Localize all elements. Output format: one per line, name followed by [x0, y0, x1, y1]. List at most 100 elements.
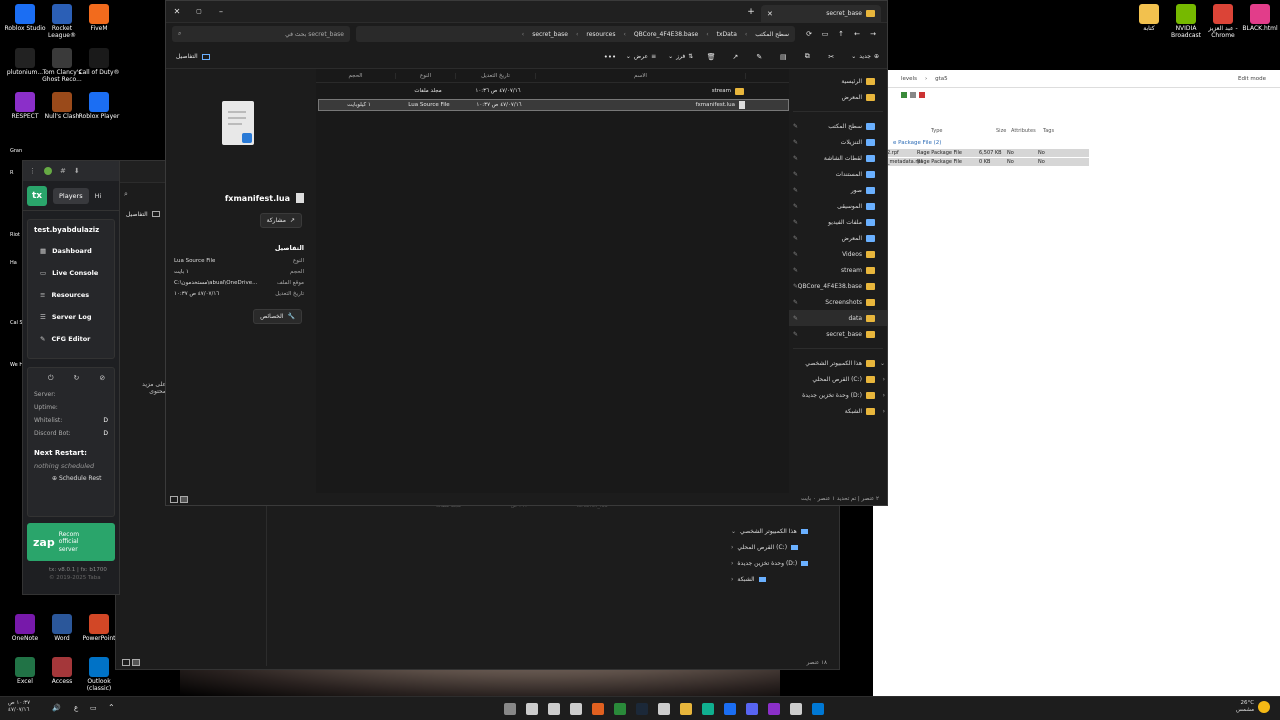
col-type[interactable]: Type — [931, 128, 996, 134]
breadcrumb-item[interactable]: txData — [717, 31, 737, 38]
refresh-icon[interactable]: ⟳ — [801, 30, 817, 38]
col-size[interactable]: Size — [996, 128, 1011, 134]
tx-menu-item[interactable]: ▭ Live Console — [34, 262, 108, 284]
taskbar-app-icon[interactable] — [746, 703, 758, 715]
details-icon[interactable] — [151, 211, 160, 217]
tx-menu-item[interactable]: ☰ Server Log — [34, 306, 108, 328]
taskbar-app-icon[interactable] — [658, 703, 670, 715]
edit-mode-button[interactable]: Edit mode — [1238, 76, 1266, 82]
clock[interactable]: ١٠:٣٧ ص ٤٧/٠٧/١٦ — [8, 700, 30, 714]
desktop-icon-label-partial[interactable]: Gran — [10, 148, 22, 154]
back-arrow-icon[interactable]: ← — [849, 30, 865, 38]
nav-item[interactable]: › القرص المحلي (C:) — [731, 539, 831, 555]
details-view-icon[interactable] — [170, 496, 178, 503]
nav-item[interactable]: ✎ Screenshots — [789, 294, 887, 310]
toolbar-icon[interactable] — [901, 92, 907, 98]
desktop-icon[interactable]: Call of Duty® — [77, 48, 121, 77]
network-icon[interactable]: ▭ — [90, 704, 97, 712]
pc-icon[interactable]: ▭ — [817, 30, 833, 38]
file-row[interactable]: ١ كيلوبايت Lua Source File ٤٧/٠٧/١٦ ص ١٠:٣… — [318, 99, 789, 111]
minimize-icon[interactable]: – — [210, 7, 232, 16]
paste-icon[interactable]: ▤ — [771, 53, 795, 61]
share-button[interactable]: مشاركة ↗ — [259, 213, 302, 228]
desktop-icon-label-partial[interactable]: Ha — [10, 260, 22, 266]
desktop-icon-label-partial[interactable]: R — [10, 170, 22, 176]
tx-menu-item[interactable]: ≡ Resources — [34, 284, 108, 306]
nav-item[interactable]: › الشبكة — [789, 403, 887, 419]
desktop-icon-label-partial[interactable]: Riot — [10, 232, 22, 238]
schedule-restart-button[interactable]: ⊕ Schedule Rest — [34, 475, 108, 482]
breadcrumb-item[interactable]: سطح المكتب — [755, 31, 789, 38]
column-header-date[interactable]: تاريخ التعديل — [456, 72, 536, 79]
taskbar-app-icon[interactable] — [680, 703, 692, 715]
column-header-size[interactable]: الحجم — [316, 72, 396, 79]
nav-item[interactable]: ✎ Videos — [789, 246, 887, 262]
table-row[interactable]: 2.rpf Rage Package File 6,507 KB No No — [887, 149, 1089, 157]
details-button[interactable]: التفاصيل — [166, 53, 210, 60]
properties-button[interactable]: الخصائص 🔧 — [253, 309, 302, 324]
nav-item[interactable]: › وحدة تخزين جديدة (D:) — [731, 555, 831, 571]
language-indicator[interactable]: ع — [74, 704, 78, 712]
nav-item[interactable]: المعرض — [789, 89, 887, 105]
breadcrumb-item[interactable]: QBCore_4F4E38.base — [634, 31, 698, 38]
weather-widget[interactable]: 26°C مشمس — [1236, 700, 1254, 714]
taskbar-app-icon[interactable] — [548, 703, 560, 715]
desktop-icon[interactable]: FiveM — [77, 4, 121, 33]
toolbar-icon[interactable] — [910, 92, 916, 98]
nav-item[interactable]: ✎ stream — [789, 262, 887, 278]
avatar[interactable] — [44, 167, 52, 175]
tx-logo[interactable]: tx — [27, 185, 47, 206]
file-explorer-window[interactable]: ✕ ▢ – + ✕ secret_base ⌕ بحث في secret_ba… — [165, 0, 888, 506]
tab-secret-base[interactable]: ✕ secret_base — [761, 4, 881, 23]
taskbar-app-icon[interactable] — [702, 703, 714, 715]
column-header-type[interactable]: النوع — [396, 72, 456, 79]
nav-item[interactable]: ✎ التنزيلات — [789, 134, 887, 150]
tab-close-icon[interactable]: ✕ — [767, 10, 773, 18]
taskbar-app-icon[interactable] — [570, 703, 582, 715]
restart-icon[interactable]: ↻ — [74, 374, 80, 383]
tx-menu-item[interactable]: ▦ Dashboard — [34, 240, 108, 262]
path-levels[interactable]: levels — [901, 76, 917, 82]
file-list[interactable]: الحجم النوع تاريخ التعديل الاسم مجلد ملفات ٤… — [316, 69, 791, 494]
desktop-icon[interactable]: Roblox Player — [77, 92, 121, 121]
nav-item[interactable]: الرئيسية — [789, 73, 887, 89]
tab-history[interactable]: Hi — [95, 192, 102, 200]
search-box[interactable]: ⌕ بحث في secret_base — [172, 26, 350, 42]
desktop-icon-label-partial[interactable]: Cal Sin — [10, 320, 22, 326]
nav-item[interactable]: ✎ data — [789, 310, 887, 326]
delete-icon[interactable]: 🗑 — [699, 53, 723, 61]
tiles-view-icon[interactable] — [180, 496, 188, 503]
taskbar-app-icon[interactable] — [636, 703, 648, 715]
txadmin-window[interactable]: ⋮ # ⬇ tx Players Hi test.byabdulaziz ▦ Da… — [22, 160, 120, 595]
zap-banner[interactable]: zap Recom official server — [27, 523, 115, 561]
nav-item[interactable]: ✎ ملفات الفيديو — [789, 214, 887, 230]
taskbar-app-icon[interactable] — [592, 703, 604, 715]
address-bar[interactable]: ‹ secret_base ‹ resources ‹ QBCore_4F4E38.bas… — [356, 26, 795, 42]
taskbar-app-icon[interactable] — [768, 703, 780, 715]
close-icon[interactable]: ✕ — [166, 7, 188, 16]
nav-item[interactable]: › الشبكة — [731, 571, 831, 587]
table-row[interactable]: _metadata.rpf Rage Package File 0 KB No No — [887, 158, 1089, 166]
taskbar-app-icon[interactable] — [724, 703, 736, 715]
view-button[interactable]: ⌄ عرض ≡ — [620, 53, 662, 60]
forward-arrow-icon[interactable]: → — [865, 30, 881, 38]
nav-item[interactable]: › القرص المحلي (C:) — [789, 371, 887, 387]
file-row[interactable]: مجلد ملفات ٤٧/٠٧/١٦ ص ١٠:٣٦ stream — [318, 85, 789, 97]
tiles-view-icon[interactable] — [132, 659, 140, 666]
new-tab-button[interactable]: + — [741, 7, 761, 17]
cut-icon[interactable]: ✂ — [819, 53, 843, 61]
desktop-icon-label-partial[interactable]: We He — [10, 362, 22, 368]
sort-button[interactable]: ⌄ فرز ⇅ — [662, 53, 699, 60]
menu-icon[interactable]: ⋮ — [29, 167, 36, 175]
download-icon[interactable]: ⬇ — [74, 167, 80, 175]
more-button[interactable]: ••• — [600, 53, 620, 61]
tx-menu-item[interactable]: ✎ CFG Editor — [34, 328, 108, 350]
tab-players[interactable]: Players — [53, 187, 89, 204]
taskbar-app-icon[interactable] — [790, 703, 802, 715]
nav-item[interactable]: ✎ الموسيقى — [789, 198, 887, 214]
share-icon[interactable]: ↗ — [723, 53, 747, 61]
details-view-icon[interactable] — [122, 659, 130, 666]
navigation-pane[interactable]: الرئيسية المعرض ✎ سطح المكتب ✎ التنزيلات ✎ لقط… — [789, 69, 887, 494]
rename-icon[interactable]: ✎ — [747, 53, 771, 61]
kick-icon[interactable]: ⊘ — [99, 374, 105, 383]
